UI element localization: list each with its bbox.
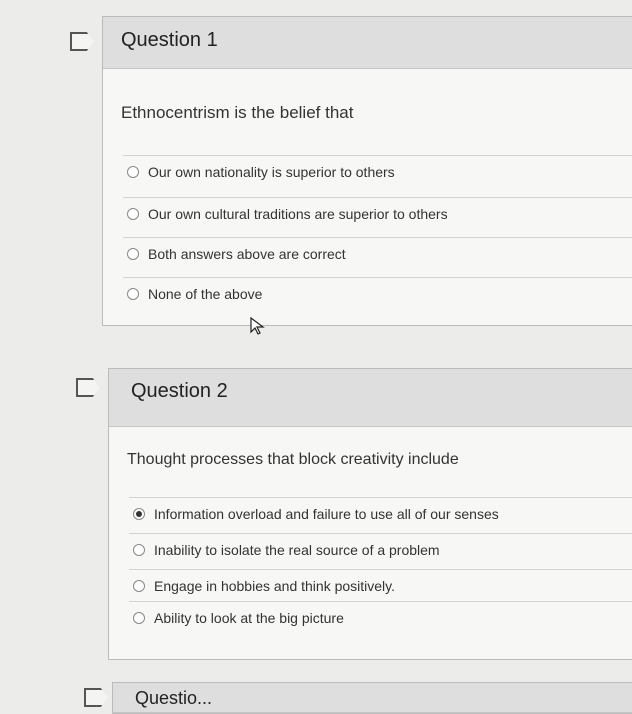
- mouse-pointer-icon: [250, 317, 265, 335]
- flag-question-3-icon[interactable]: [84, 688, 108, 707]
- radio-button[interactable]: [133, 544, 145, 556]
- question-2-option-1[interactable]: Information overload and failure to use …: [129, 497, 632, 530]
- question-1-header: Question 1: [103, 17, 632, 69]
- radio-button[interactable]: [127, 288, 139, 300]
- question-2-option-4[interactable]: Ability to look at the big picture: [129, 601, 632, 634]
- question-3-card: Questio...: [112, 682, 632, 714]
- question-1-option-3[interactable]: Both answers above are correct: [123, 237, 632, 270]
- question-1-option-4[interactable]: None of the above: [123, 277, 632, 310]
- option-label: Information overload and failure to use …: [154, 506, 499, 522]
- question-1-card: Question 1 Ethnocentrism is the belief t…: [102, 16, 632, 335]
- question-1-option-1[interactable]: Our own nationality is superior to other…: [123, 155, 632, 188]
- question-2-option-2[interactable]: Inability to isolate the real source of …: [129, 533, 632, 566]
- question-3-title: Questio...: [135, 688, 213, 708]
- flag-question-1-icon[interactable]: [70, 32, 94, 51]
- option-label: Ability to look at the big picture: [154, 610, 344, 626]
- option-label: Our own nationality is superior to other…: [148, 164, 395, 180]
- radio-button[interactable]: [133, 612, 145, 624]
- question-3-header: Questio...: [113, 683, 632, 713]
- radio-button[interactable]: [127, 166, 139, 178]
- option-label: Our own cultural traditions are superior…: [148, 206, 448, 222]
- option-label: Both answers above are correct: [148, 246, 346, 262]
- question-2-option-3[interactable]: Engage in hobbies and think positively.: [129, 569, 632, 602]
- question-2-text: Thought processes that block creativity …: [127, 451, 459, 468]
- question-1-title: Question 1: [121, 29, 218, 51]
- option-label: Inability to isolate the real source of …: [154, 542, 440, 558]
- question-2-card: Question 2 Thought processes that block …: [108, 368, 632, 660]
- question-1-option-2[interactable]: Our own cultural traditions are superior…: [123, 197, 632, 230]
- radio-button[interactable]: [127, 208, 139, 220]
- question-2-header: Question 2: [109, 369, 632, 427]
- question-1-text: Ethnocentrism is the belief that: [121, 103, 354, 122]
- option-label: Engage in hobbies and think positively.: [154, 578, 396, 594]
- radio-button[interactable]: [133, 580, 145, 592]
- radio-button[interactable]: [127, 248, 139, 260]
- question-2-title: Question 2: [131, 380, 228, 402]
- flag-question-2-icon[interactable]: [76, 378, 100, 397]
- radio-button-selected[interactable]: [133, 508, 145, 520]
- option-label: None of the above: [148, 286, 263, 302]
